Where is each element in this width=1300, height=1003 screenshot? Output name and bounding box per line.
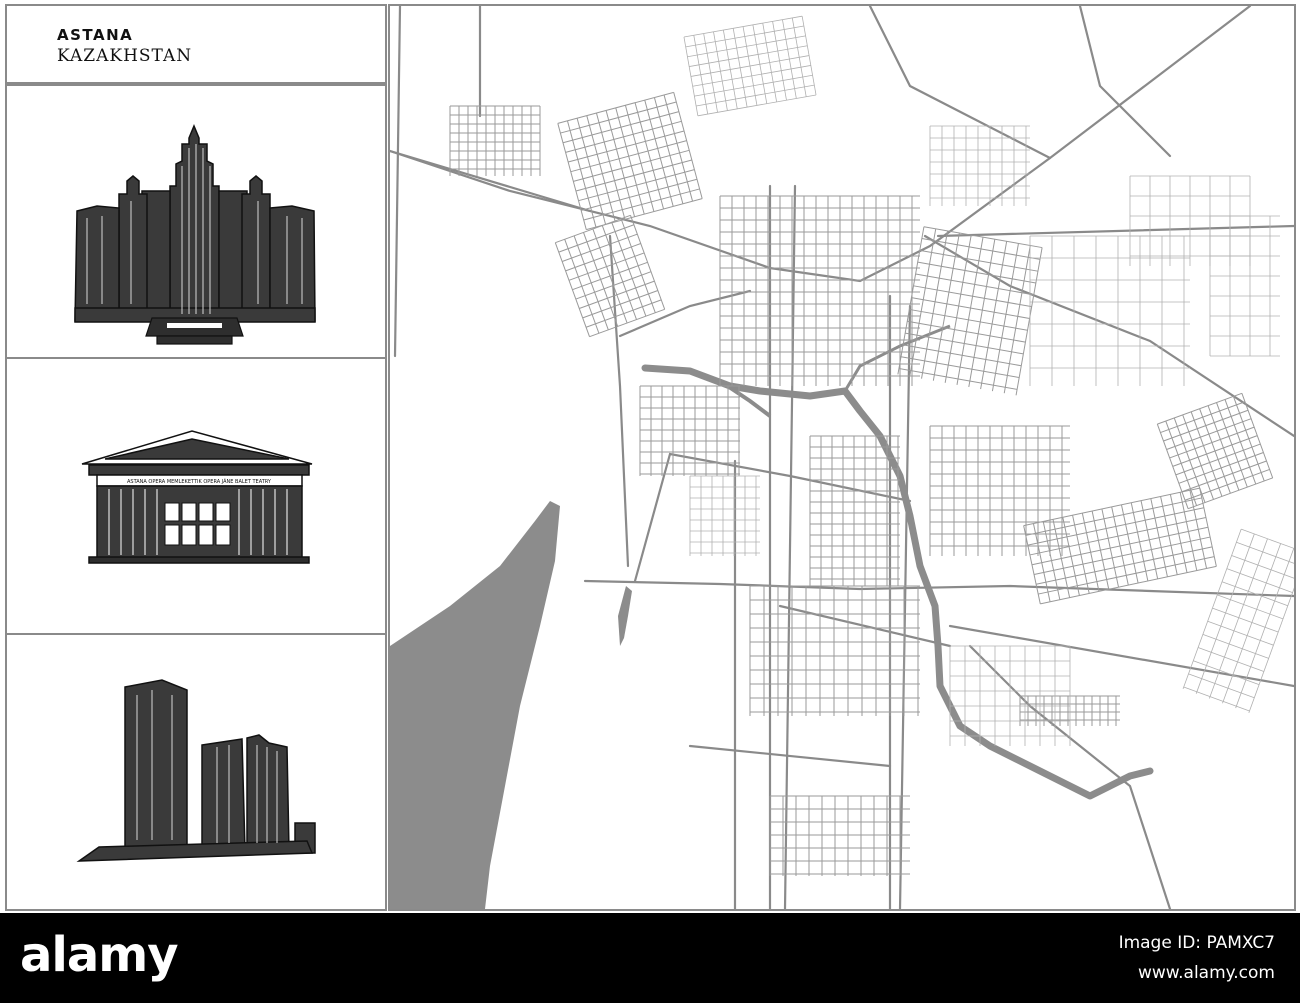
city-street-map [390,6,1294,909]
landmark-panel-3 [5,633,387,911]
city-map-panel [388,4,1296,911]
brand-logo: alamy [20,927,179,983]
city-name: ASTANA [57,26,134,44]
small-lake [618,586,632,646]
office-towers-icon [76,679,316,862]
theatre-inscription: ASTANA OPERA MEMLEKETTIK OPERA JÁNE BALE… [127,478,272,485]
reservoir-water [390,501,560,909]
landmark-panel-2: ASTANA OPERA MEMLEKETTIK OPERA JÁNE BALE… [5,357,387,635]
landmark-panel-1 [5,84,387,359]
image-id: Image ID: PAMXC7 [1118,933,1275,953]
title-panel: ASTANA KAZAKHSTAN [5,4,387,84]
minor-streets [683,15,1294,746]
site-url: www.alamy.com [1137,963,1275,983]
street-grids [449,91,1274,876]
opera-theatre-icon: ASTANA OPERA MEMLEKETTIK OPERA JÁNE BALE… [81,430,313,564]
watermark-footer: alamy Image ID: PAMXC7 www.alamy.com [0,913,1300,1003]
country-name: KAZAKHSTAN [57,46,193,66]
skyscraper-complex-icon [74,124,316,345]
